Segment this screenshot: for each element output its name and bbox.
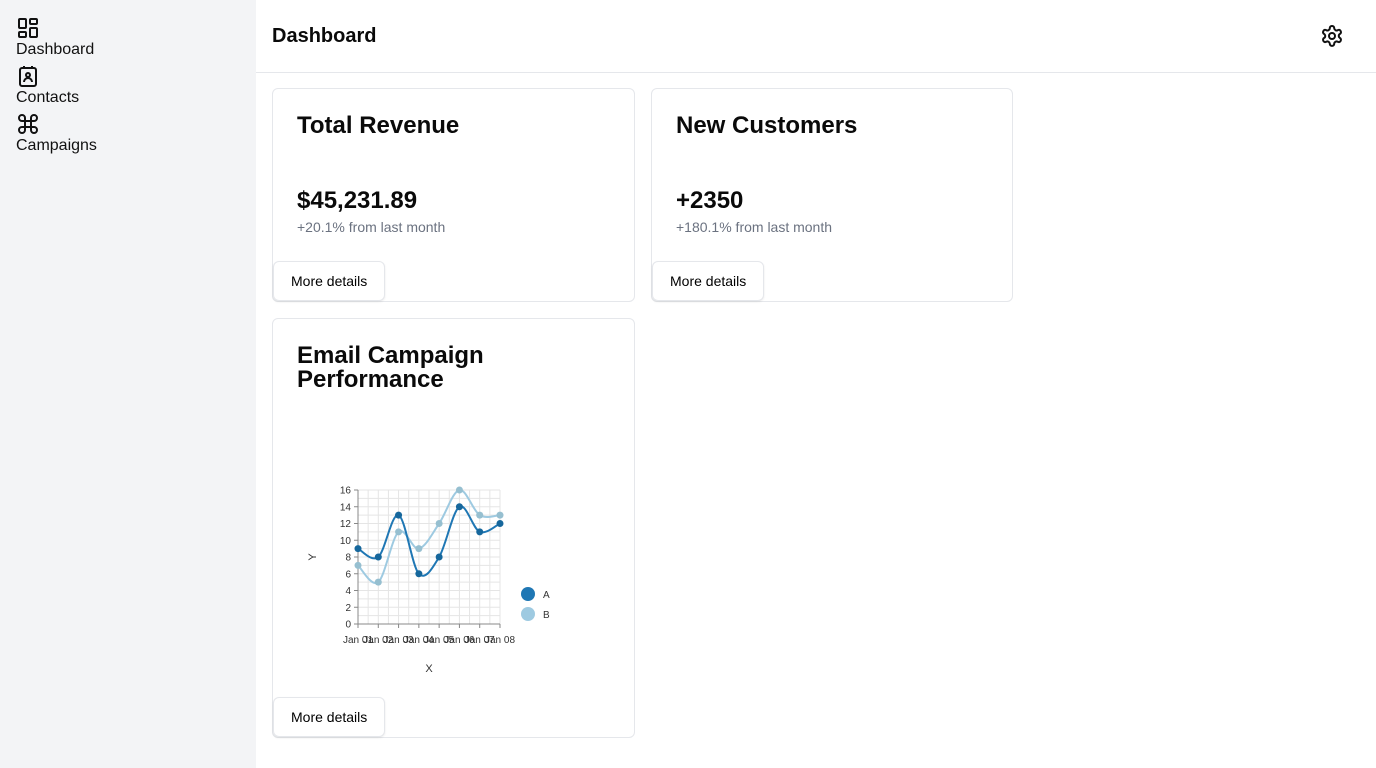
more-details-button[interactable]: More details <box>273 697 386 737</box>
data-point-B <box>415 545 423 553</box>
header: Dashboard <box>256 0 1376 73</box>
card-change: +180.1% from last month <box>676 219 833 235</box>
dashboard-icon <box>18 18 38 38</box>
data-point-A <box>496 520 504 527</box>
data-point-B <box>354 561 362 569</box>
card-title: Email Campaign Performance <box>297 342 484 393</box>
card-value: +2350 <box>676 187 744 214</box>
page-title: Dashboard <box>272 24 377 47</box>
y-tick-label: 8 <box>345 553 351 564</box>
y-tick-label: 10 <box>340 536 352 547</box>
data-point-B <box>496 511 504 519</box>
data-point-B <box>455 486 463 494</box>
legend-marker-B <box>521 607 535 621</box>
email-campaign-card: Email Campaign Performance 0 2 4 6 8 10 12 14 16… <box>272 318 635 738</box>
sidebar-item-campaigns[interactable]: Campaigns <box>16 112 240 156</box>
y-axis-label: Y <box>307 553 319 561</box>
data-point-A <box>354 545 362 553</box>
legend-label: B <box>543 610 550 621</box>
data-point-A <box>395 511 403 519</box>
sidebar: Dashboard Contacts Campaigns <box>0 0 256 768</box>
y-tick-label: 2 <box>345 603 351 614</box>
contact-icon <box>19 66 37 87</box>
data-point-B <box>395 528 403 536</box>
data-point-A <box>455 503 463 511</box>
data-point-A <box>476 528 484 536</box>
card-change: +20.1% from last month <box>297 219 446 235</box>
y-tick-label: 4 <box>345 586 351 597</box>
data-point-A <box>435 553 443 561</box>
data-point-B <box>374 578 382 586</box>
card-title: New Customers <box>676 112 858 139</box>
sidebar-item-contacts[interactable]: Contacts <box>16 64 240 108</box>
gear-icon[interactable] <box>1320 24 1344 48</box>
sidebar-item-label: Dashboard <box>16 41 95 58</box>
sidebar-item-label: Contacts <box>16 89 80 106</box>
x-axis-label: X <box>425 663 433 675</box>
more-details-button[interactable]: More details <box>273 261 386 301</box>
legend-marker-A <box>521 587 535 601</box>
data-point-B <box>435 520 443 527</box>
total-revenue-card: Total Revenue $45,231.89 +20.1% from las… <box>272 88 635 302</box>
y-tick-label: 14 <box>340 502 352 513</box>
more-details-button[interactable]: More details <box>652 261 765 301</box>
legend-label: A <box>543 590 550 601</box>
card-title: Total Revenue <box>297 112 460 139</box>
new-customers-card: New Customers +2350 +180.1% from last mo… <box>651 88 1013 302</box>
sidebar-item-dashboard[interactable]: Dashboard <box>16 16 240 60</box>
y-tick-label: 16 <box>340 486 352 497</box>
y-tick-label: 0 <box>345 620 351 631</box>
data-point-A <box>374 553 382 561</box>
command-icon <box>18 114 38 134</box>
y-tick-label: 6 <box>345 569 351 580</box>
data-point-B <box>476 511 484 519</box>
y-tick-label: 12 <box>340 519 352 530</box>
data-point-A <box>415 570 423 578</box>
sidebar-item-label: Campaigns <box>16 137 97 154</box>
x-tick-label: Jan 08 <box>485 635 515 646</box>
card-value: $45,231.89 <box>297 187 418 214</box>
line-chart: 0246810121416Jan 01Jan 02Jan 03Jan 04Jan… <box>307 486 550 676</box>
